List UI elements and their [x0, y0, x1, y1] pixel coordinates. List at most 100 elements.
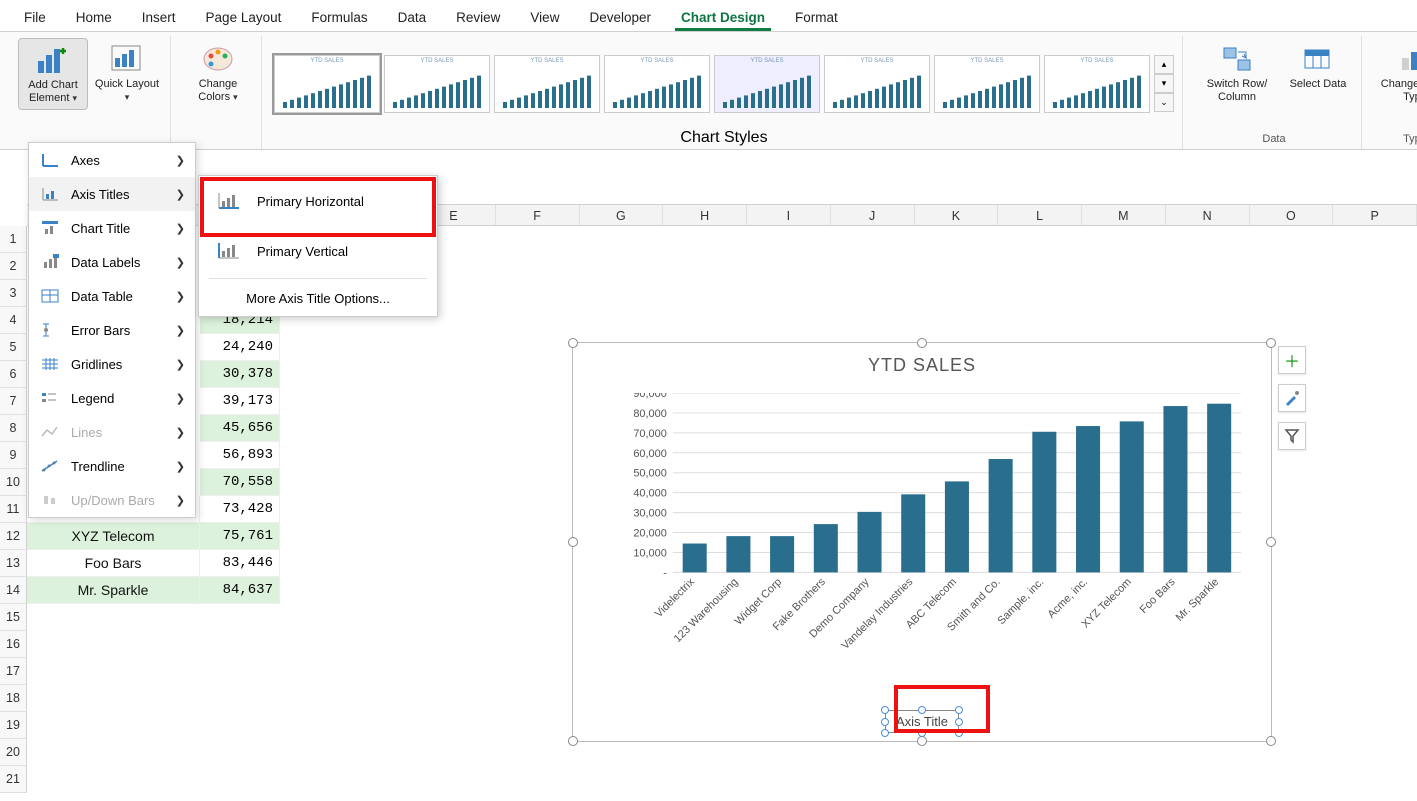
- tab-home[interactable]: Home: [70, 6, 118, 31]
- row-header-10[interactable]: 10: [0, 469, 27, 496]
- cell-val-r10[interactable]: 70,558: [200, 469, 280, 496]
- chart-styles-button[interactable]: [1278, 384, 1306, 412]
- chart-filters-button[interactable]: [1278, 422, 1306, 450]
- chart-handle-l[interactable]: [568, 537, 578, 547]
- menu-item-axis-titles[interactable]: Axis Titles❯: [29, 177, 195, 211]
- change-chart-type-button[interactable]: Change Chart Type: [1374, 38, 1417, 108]
- row-header-18[interactable]: 18: [0, 685, 27, 712]
- chart-style-6[interactable]: YTD SALES: [824, 55, 930, 113]
- cell-name-r13[interactable]: Foo Bars: [27, 550, 200, 577]
- col-header-P[interactable]: P: [1333, 205, 1417, 225]
- chart-style-8[interactable]: YTD SALES: [1044, 55, 1150, 113]
- primary-vertical-item[interactable]: Primary Vertical: [199, 226, 437, 276]
- col-header-J[interactable]: J: [831, 205, 915, 225]
- chart-plot-area[interactable]: -10,00020,00030,00040,00050,00060,00070,…: [623, 393, 1251, 672]
- chart-handle-r[interactable]: [1266, 537, 1276, 547]
- more-axis-title-options-item[interactable]: More Axis Title Options...: [199, 281, 437, 316]
- menu-item-error-bars[interactable]: Error Bars❯: [29, 313, 195, 347]
- cell-val-r13[interactable]: 83,446: [200, 550, 280, 577]
- cell-name-r12[interactable]: XYZ Telecom: [27, 523, 200, 550]
- col-header-G[interactable]: G: [580, 205, 664, 225]
- quick-layout-button[interactable]: Quick Layout ▾: [92, 38, 162, 108]
- cell-val-r9[interactable]: 56,893: [200, 442, 280, 469]
- row-header-11[interactable]: 11: [0, 496, 27, 523]
- style-nav-more[interactable]: ⌄: [1154, 93, 1174, 112]
- tab-file[interactable]: File: [18, 6, 52, 31]
- tab-review[interactable]: Review: [450, 6, 506, 31]
- row-header-9[interactable]: 9: [0, 442, 27, 469]
- col-header-I[interactable]: I: [747, 205, 831, 225]
- row-header-1[interactable]: 1: [0, 226, 27, 253]
- menu-item-gridlines[interactable]: Gridlines❯: [29, 347, 195, 381]
- row-header-14[interactable]: 14: [0, 577, 27, 604]
- chart-style-7[interactable]: YTD SALES: [934, 55, 1040, 113]
- row-header-20[interactable]: 20: [0, 739, 27, 766]
- menu-item-axes[interactable]: Axes❯: [29, 143, 195, 177]
- tab-chart-design[interactable]: Chart Design: [675, 6, 771, 31]
- tab-data[interactable]: Data: [392, 6, 433, 31]
- chart-object[interactable]: YTD SALES -10,00020,00030,00040,00050,00…: [572, 342, 1272, 742]
- cell-val-r14[interactable]: 84,637: [200, 577, 280, 604]
- row-header-5[interactable]: 5: [0, 334, 27, 361]
- row-header-2[interactable]: 2: [0, 253, 27, 280]
- row-header-17[interactable]: 17: [0, 658, 27, 685]
- menu-item-data-table[interactable]: Data Table❯: [29, 279, 195, 313]
- chart-handle-bl[interactable]: [568, 736, 578, 746]
- row-header-13[interactable]: 13: [0, 550, 27, 577]
- row-header-7[interactable]: 7: [0, 388, 27, 415]
- cell-val-r8[interactable]: 45,656: [200, 415, 280, 442]
- chart-style-3[interactable]: YTD SALES: [494, 55, 600, 113]
- tab-insert[interactable]: Insert: [136, 6, 182, 31]
- cell-val-r7[interactable]: 39,173: [200, 388, 280, 415]
- col-header-N[interactable]: N: [1166, 205, 1250, 225]
- select-data-button[interactable]: Select Data: [1283, 38, 1353, 95]
- menu-item-data-labels[interactable]: Data Labels❯: [29, 245, 195, 279]
- cell-val-r12[interactable]: 75,761: [200, 523, 280, 550]
- chart-handle-t[interactable]: [917, 338, 927, 348]
- tab-developer[interactable]: Developer: [583, 6, 657, 31]
- col-header-L[interactable]: L: [998, 205, 1082, 225]
- row-header-4[interactable]: 4: [0, 307, 27, 334]
- menu-item-legend[interactable]: Legend❯: [29, 381, 195, 415]
- chart-title[interactable]: YTD SALES: [573, 343, 1271, 388]
- menu-item-chart-title[interactable]: Chart Title❯: [29, 211, 195, 245]
- col-header-M[interactable]: M: [1082, 205, 1166, 225]
- col-header-F[interactable]: F: [496, 205, 580, 225]
- chart-handle-tr[interactable]: [1266, 338, 1276, 348]
- style-nav-up[interactable]: ▴: [1154, 55, 1174, 74]
- chart-handle-b[interactable]: [917, 736, 927, 746]
- tab-page-layout[interactable]: Page Layout: [200, 6, 288, 31]
- chart-handle-tl[interactable]: [568, 338, 578, 348]
- chart-elements-button[interactable]: ＋: [1278, 346, 1306, 374]
- row-header-15[interactable]: 15: [0, 604, 27, 631]
- tab-format[interactable]: Format: [789, 6, 844, 31]
- menu-item-trendline[interactable]: Trendline❯: [29, 449, 195, 483]
- tab-view[interactable]: View: [524, 6, 565, 31]
- chart-handle-br[interactable]: [1266, 736, 1276, 746]
- row-header-19[interactable]: 19: [0, 712, 27, 739]
- row-header-6[interactable]: 6: [0, 361, 27, 388]
- row-header-12[interactable]: 12: [0, 523, 27, 550]
- row-header-16[interactable]: 16: [0, 631, 27, 658]
- chart-style-4[interactable]: YTD SALES: [604, 55, 710, 113]
- tab-formulas[interactable]: Formulas: [305, 6, 373, 31]
- style-nav-down[interactable]: ▾: [1154, 74, 1174, 93]
- cell-val-r6[interactable]: 30,378: [200, 361, 280, 388]
- switch-row-column-button[interactable]: Switch Row/ Column: [1195, 38, 1279, 108]
- cell-name-r14[interactable]: Mr. Sparkle: [27, 577, 200, 604]
- chart-style-1[interactable]: YTD SALES: [274, 55, 380, 113]
- col-header-O[interactable]: O: [1250, 205, 1334, 225]
- add-chart-element-button[interactable]: Add Chart Element ▾: [18, 38, 88, 110]
- primary-horizontal-item[interactable]: Primary Horizontal: [199, 176, 437, 226]
- cell-val-r5[interactable]: 24,240: [200, 334, 280, 361]
- cell-val-r11[interactable]: 73,428: [200, 496, 280, 523]
- axis-title-text[interactable]: Axis Title: [896, 714, 948, 729]
- chart-style-2[interactable]: YTD SALES: [384, 55, 490, 113]
- row-header-8[interactable]: 8: [0, 415, 27, 442]
- col-header-H[interactable]: H: [663, 205, 747, 225]
- change-colors-button[interactable]: Change Colors ▾: [183, 38, 253, 108]
- chart-style-5[interactable]: YTD SALES: [714, 55, 820, 113]
- row-header-21[interactable]: 21: [0, 766, 27, 793]
- row-header-3[interactable]: 3: [0, 280, 27, 307]
- axis-title-box[interactable]: Axis Title: [885, 710, 959, 733]
